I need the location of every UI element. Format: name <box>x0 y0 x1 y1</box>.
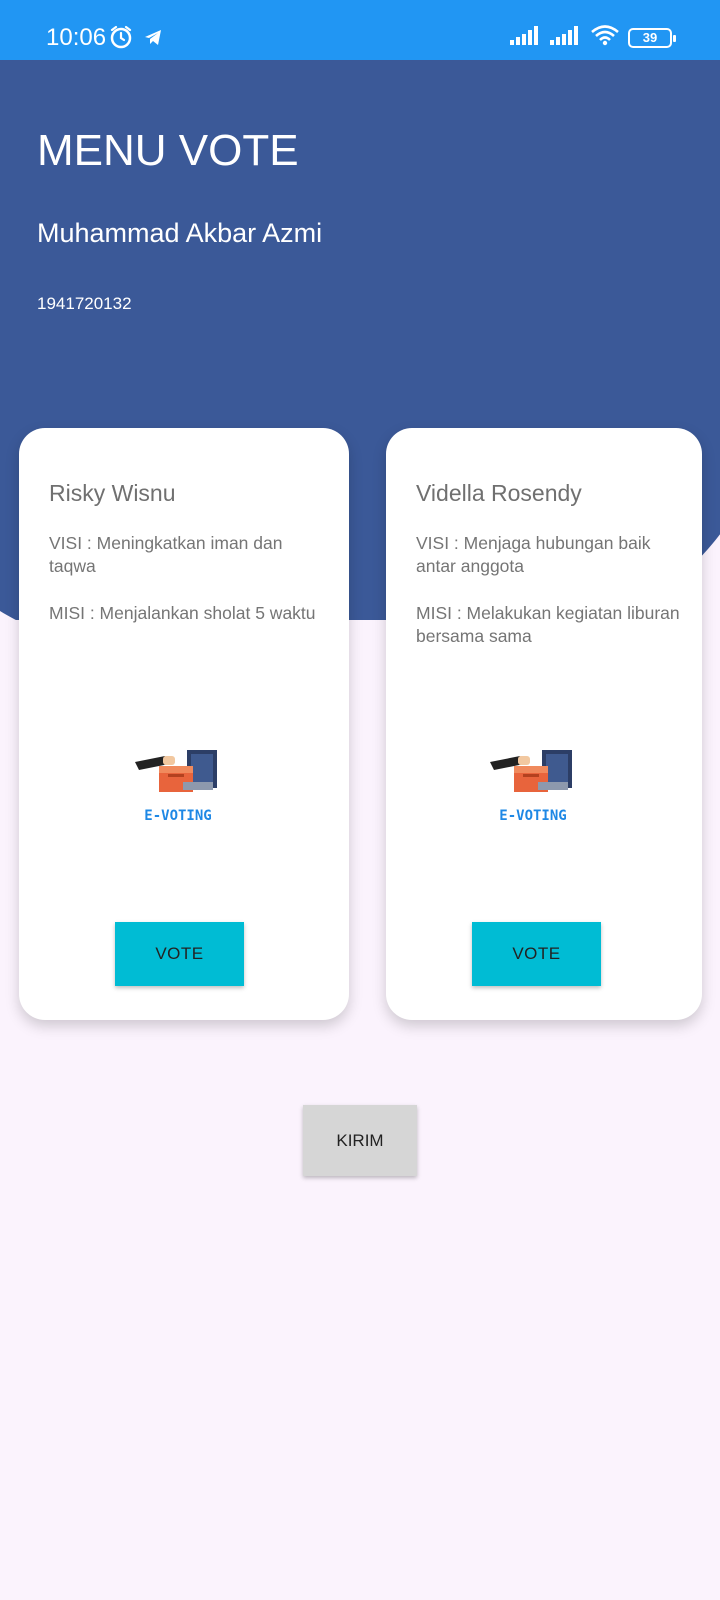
e-voting-logo: E-VOTING <box>135 748 221 828</box>
status-right-icons: 39 <box>510 24 676 51</box>
user-id: 1941720132 <box>37 294 132 313</box>
status-left-icons <box>108 24 166 55</box>
signal-icon <box>510 24 542 51</box>
vote-button[interactable]: VOTE <box>115 922 244 986</box>
candidate-visi: VISI : Meningkatkan iman dan taqwa <box>49 533 283 576</box>
vote-button[interactable]: VOTE <box>472 922 601 986</box>
wifi-icon <box>590 24 620 51</box>
battery-icon: 39 <box>628 27 676 48</box>
candidate-name: Vidella Rosendy <box>416 480 582 506</box>
status-time: 10:06 <box>46 24 107 51</box>
signal-icon <box>550 24 582 51</box>
alarm-icon <box>108 24 134 55</box>
candidate-misi: MISI : Menjalankan sholat 5 waktu <box>49 603 316 623</box>
status-bar: 10:06 39 <box>0 0 720 60</box>
candidate-card: Vidella Rosendy VISI : Menjaga hubungan … <box>386 428 702 1020</box>
candidate-misi: MISI : Melakukan kegiatan liburan bersam… <box>416 603 680 646</box>
candidate-card: Risky Wisnu VISI : Meningkatkan iman dan… <box>19 428 349 1020</box>
telegram-icon <box>140 24 166 55</box>
e-voting-logo: E-VOTING <box>490 748 576 828</box>
user-name: Muhammad Akbar Azmi <box>37 218 323 248</box>
candidate-name: Risky Wisnu <box>49 480 176 506</box>
e-voting-logo-text: E-VOTING <box>144 808 211 824</box>
page-title: MENU VOTE <box>37 126 299 175</box>
candidate-visi: VISI : Menjaga hubungan baik antar anggo… <box>416 533 651 576</box>
submit-button[interactable]: KIRIM <box>303 1105 417 1176</box>
e-voting-logo-text: E-VOTING <box>499 808 566 824</box>
